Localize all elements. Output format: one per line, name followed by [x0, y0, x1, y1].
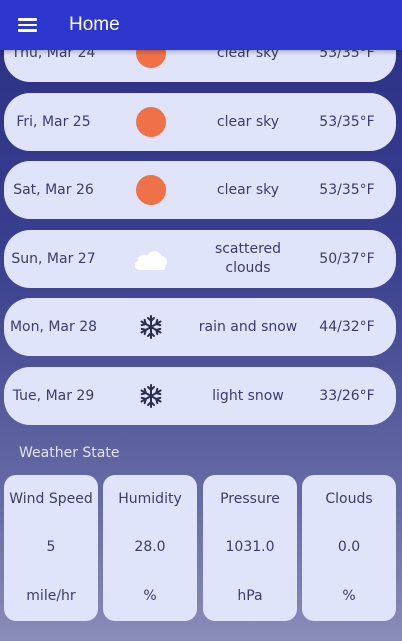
stat-unit: %	[342, 588, 356, 604]
stat-value: 28.0	[134, 539, 166, 555]
pressure-card: Pressure 1031.0 hPa	[203, 475, 297, 621]
stat-value: 0.0	[337, 539, 361, 555]
wind-speed-card: Wind Speed 5 mile/hr	[4, 475, 98, 621]
forecast-date: Fri, Mar 25	[16, 114, 91, 130]
stat-label: Clouds	[325, 491, 373, 507]
forecast-condition: light snow	[212, 387, 284, 404]
forecast-date: Mon, Mar 28	[9, 319, 98, 335]
forecast-condition: rain and snow	[198, 318, 298, 335]
stat-unit: mile/hr	[26, 588, 76, 604]
hamburger-menu-icon[interactable]	[0, 0, 54, 50]
forecast-temp: 53/35°F	[319, 182, 375, 198]
section-title: Weather State	[19, 445, 120, 461]
humidity-card: Humidity 28.0 %	[103, 475, 197, 621]
forecast-temp: 50/37°F	[319, 251, 375, 267]
forecast-row[interactable]: Tue, Mar 29 light snow 33/26°F	[4, 367, 396, 425]
sun-icon	[103, 107, 198, 137]
stat-value: 1031.0	[225, 539, 275, 555]
forecast-condition: clear sky	[216, 113, 280, 130]
snowflake-icon	[103, 314, 198, 340]
forecast-date: Tue, Mar 29	[12, 388, 95, 404]
stat-unit: hPa	[237, 588, 263, 604]
forecast-condition: scattered clouds	[214, 241, 282, 276]
sun-icon	[103, 175, 198, 205]
forecast-row[interactable]: Mon, Mar 28 rain and snow 44/32°F	[4, 298, 396, 356]
forecast-date: Sun, Mar 27	[11, 251, 96, 267]
stat-label: Humidity	[118, 491, 182, 507]
clouds-card: Clouds 0.0 %	[302, 475, 396, 621]
stat-value: 5	[46, 539, 56, 555]
forecast-row[interactable]: Sat, Mar 26 clear sky 53/35°F	[4, 161, 396, 219]
cloud-icon	[103, 246, 198, 272]
forecast-temp: 53/35°F	[319, 114, 375, 130]
stat-label: Pressure	[220, 491, 280, 507]
forecast-row[interactable]: Fri, Mar 25 clear sky 53/35°F	[4, 93, 396, 151]
forecast-temp: 33/26°F	[319, 388, 375, 404]
stat-unit: %	[143, 588, 157, 604]
forecast-row[interactable]: Sun, Mar 27 scattered clouds 50/37°F	[4, 230, 396, 288]
stat-label: Wind Speed	[9, 491, 93, 507]
forecast-condition: clear sky	[216, 181, 280, 198]
page-title: Home	[69, 14, 120, 35]
forecast-date: Sat, Mar 26	[13, 182, 94, 198]
snowflake-icon	[103, 383, 198, 409]
forecast-temp: 44/32°F	[319, 319, 375, 335]
app-bar: Home	[0, 0, 402, 50]
